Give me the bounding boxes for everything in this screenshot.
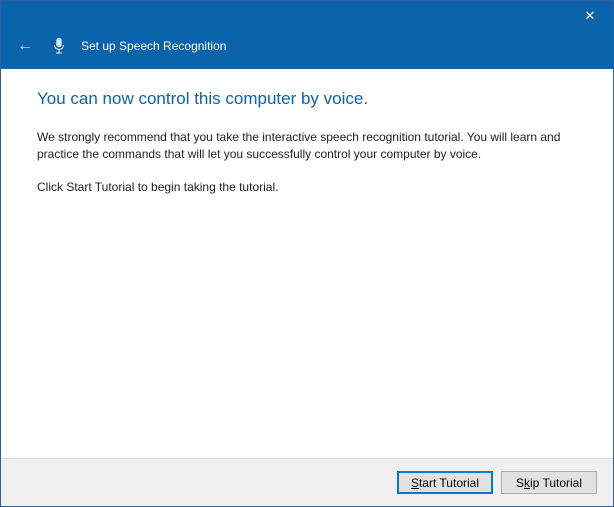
skip-tutorial-button[interactable]: Skip Tutorial [501, 471, 597, 494]
footer-bar: Start Tutorial Skip Tutorial [1, 458, 613, 506]
page-heading: You can now control this computer by voi… [37, 89, 577, 109]
back-arrow-icon: ← [17, 37, 33, 54]
titlebar: ✕ [1, 1, 613, 31]
close-icon: ✕ [585, 8, 596, 24]
wizard-window: ✕ ← Set up Speech Recognition You can no… [0, 0, 614, 507]
intro-paragraph: We strongly recommend that you take the … [37, 129, 577, 163]
window-title: Set up Speech Recognition [81, 39, 226, 53]
back-button[interactable]: ← [13, 36, 37, 56]
microphone-icon [51, 36, 67, 56]
instruction-paragraph: Click Start Tutorial to begin taking the… [37, 179, 577, 196]
header-bar: ← Set up Speech Recognition [1, 31, 613, 69]
start-tutorial-button[interactable]: Start Tutorial [397, 471, 493, 494]
close-button[interactable]: ✕ [567, 1, 613, 31]
content-area: You can now control this computer by voi… [1, 69, 613, 458]
skip-tutorial-label: Skip Tutorial [516, 476, 582, 490]
